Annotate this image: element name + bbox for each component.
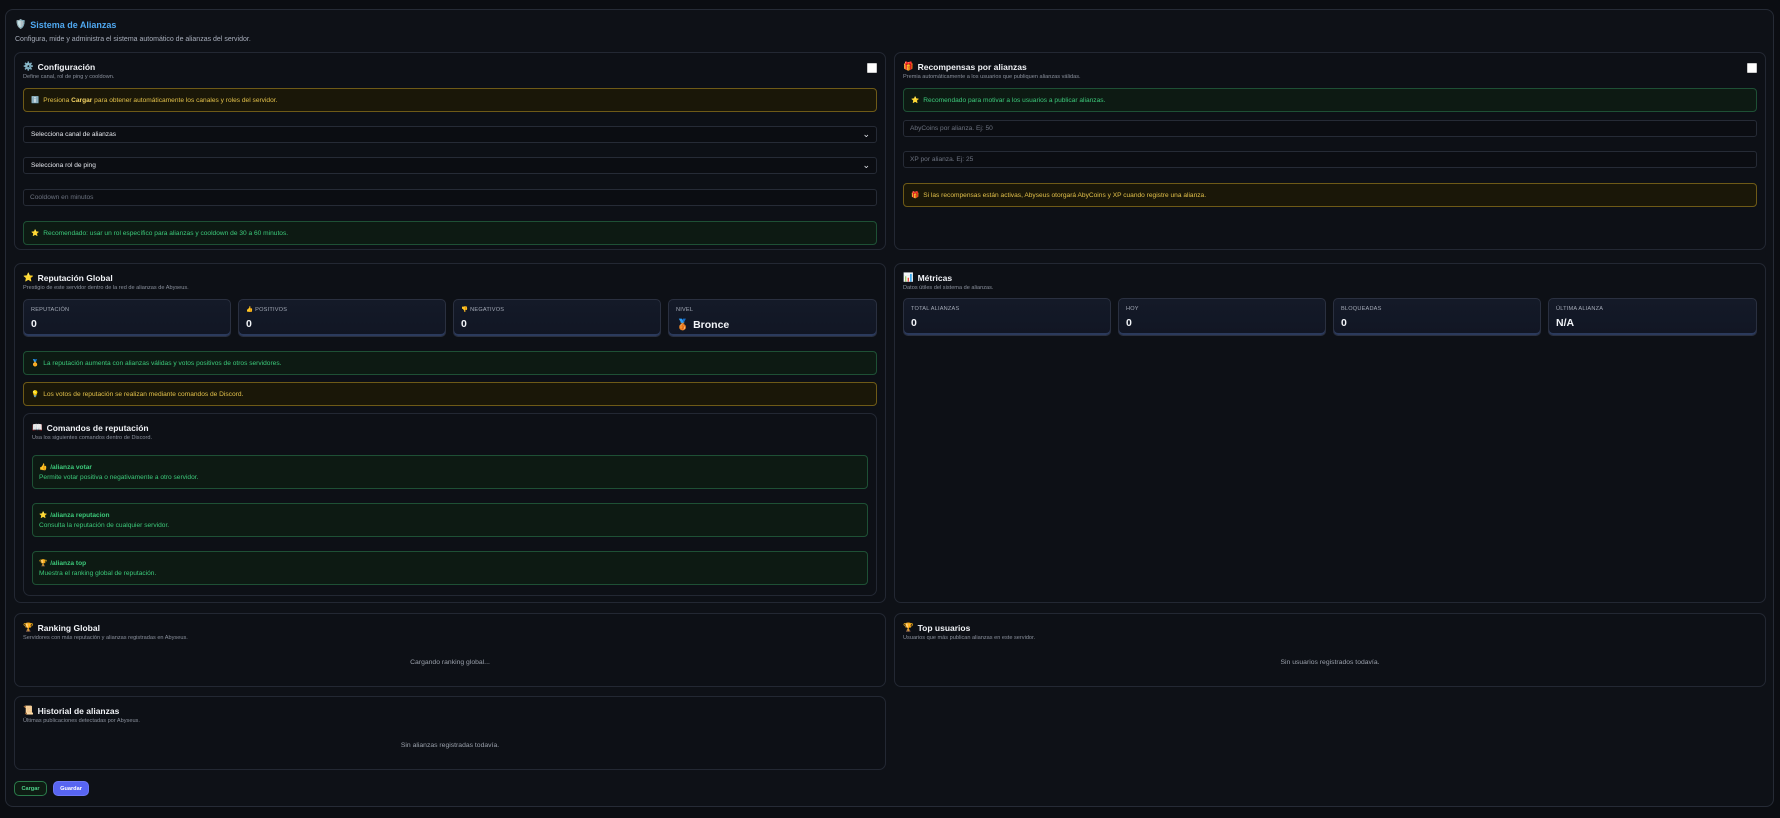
metrics-subtitle: Datos útiles del sistema de alianzas. — [903, 285, 994, 291]
reputation-info-notice: 🏅 La reputación aumenta con alianzas vál… — [23, 351, 877, 375]
rewards-info-notice: 🎁 Si las recompensas están activas, Abys… — [903, 183, 1757, 207]
gear-icon: ⚙️ — [23, 61, 34, 71]
chart-icon: 📊 — [903, 272, 914, 282]
chevron-down-icon: ⌄ — [862, 129, 870, 139]
rewards-enable-checkbox[interactable] — [1747, 63, 1757, 73]
reputation-title: ⭐ Reputación Global — [23, 272, 113, 283]
rewards-subtitle: Premia automáticamente a los usuarios qu… — [903, 74, 1081, 80]
rewards-recommend-notice: ⭐ Recomendado para motivar a los usuario… — [903, 88, 1757, 112]
stat-total-alianzas: TOTAL ALIANZAS 0 — [903, 298, 1111, 336]
commands-subtitle: Usa los siguientes comandos dentro de Di… — [32, 435, 153, 441]
stat-negativos: 👎 NEGATIVOS 0 — [453, 299, 661, 337]
command-item: 👍/alianza votar Permite votar positiva o… — [32, 455, 868, 489]
info-icon: ℹ️ — [31, 97, 40, 104]
star-icon: ⭐ — [23, 272, 34, 282]
top-users-subtitle: Usuarios que más publican alianzas en es… — [903, 635, 1036, 641]
reputation-subtitle: Prestigio de este servidor dentro de la … — [23, 285, 189, 291]
history-empty-text: Sin alianzas registradas todavía. — [400, 742, 500, 749]
stat-ultima-alianza: ÚLTIMA ALIANZA N/A — [1548, 298, 1757, 336]
gift-icon: 🎁 — [911, 192, 920, 199]
top-users-title: 🏆 Top usuarios — [903, 622, 971, 633]
config-recommend-notice: ⭐ Recomendado: usar un rol específico pa… — [23, 221, 877, 245]
trophy-icon: 🏆 — [39, 560, 48, 567]
stat-bloqueadas: BLOQUEADAS 0 — [1333, 298, 1541, 336]
trophy-icon: 🏆 — [903, 622, 914, 632]
shield-icon: 🛡️ — [15, 19, 27, 29]
stat-hoy: HOY 0 — [1118, 298, 1326, 336]
config-title: ⚙️ Configuración — [23, 61, 96, 72]
save-button[interactable]: Guardar — [53, 781, 89, 796]
metrics-title: 📊 Métricas — [903, 272, 953, 283]
history-title: 📜 Historial de alianzas — [23, 705, 120, 716]
scroll-icon: 📜 — [23, 705, 34, 715]
rewards-title: 🎁 Recompensas por alianzas — [903, 61, 1027, 72]
command-item: ⭐/alianza reputacion Consulta la reputac… — [32, 503, 868, 537]
bronze-medal-icon: 🥉 — [676, 319, 690, 331]
stat-reputacion: REPUTACIÓN 0 — [23, 299, 231, 337]
page-title: 🛡️ Sistema de Alianzas — [15, 19, 117, 30]
config-subtitle: Define canal, rol de ping y cooldown. — [23, 74, 115, 80]
stat-positivos: 👍 POSITIVOS 0 — [238, 299, 446, 337]
ranking-empty-text: Cargando ranking global... — [410, 659, 490, 666]
star-icon: ⭐ — [911, 97, 920, 104]
history-card — [14, 696, 886, 770]
role-select[interactable]: Selecciona rol de ping ⌄ — [23, 157, 877, 174]
lightbulb-icon: 💡 — [31, 391, 40, 398]
stat-nivel: NIVEL 🥉 Bronce — [668, 299, 877, 337]
top-users-empty-text: Sin usuarios registrados todavía. — [1280, 659, 1380, 666]
command-item: 🏆/alianza top Muestra el ranking global … — [32, 551, 868, 585]
gift-icon: 🎁 — [903, 61, 914, 71]
thumbs-up-icon: 👍 — [39, 464, 48, 471]
chevron-down-icon: ⌄ — [862, 160, 870, 170]
book-icon: 📖 — [32, 422, 43, 432]
ranking-card — [14, 613, 886, 687]
trophy-icon: 🏆 — [23, 622, 34, 632]
star-icon: ⭐ — [39, 512, 48, 519]
channel-select[interactable]: Selecciona canal de alianzas ⌄ — [23, 126, 877, 143]
load-button[interactable]: Cargar — [14, 781, 47, 796]
config-enable-checkbox[interactable] — [867, 63, 877, 73]
commands-title: 📖 Comandos de reputación — [32, 422, 149, 433]
thumbs-down-icon: 👎 — [461, 307, 469, 313]
ranking-title: 🏆 Ranking Global — [23, 622, 100, 633]
abycoins-input[interactable]: AbyCoins por alianza. Ej: 50 — [903, 120, 1757, 137]
cooldown-input[interactable]: Cooldown en minutos — [23, 189, 877, 206]
reputation-vote-notice: 💡 Los votos de reputación se realizan me… — [23, 382, 877, 406]
star-icon: ⭐ — [31, 230, 40, 237]
history-subtitle: Últimas publicaciones detectadas por Aby… — [23, 718, 140, 724]
medal-icon: 🏅 — [31, 360, 40, 367]
ranking-subtitle: Servidores con más reputación y alianzas… — [23, 635, 188, 641]
page-subtitle: Configura, mide y administra el sistema … — [15, 36, 251, 43]
thumbs-up-icon: 👍 — [246, 307, 254, 313]
xp-input[interactable]: XP por alianza. Ej: 25 — [903, 151, 1757, 168]
config-load-notice: ℹ️ Presiona Cargar para obtener automáti… — [23, 88, 877, 112]
top-users-card — [894, 613, 1766, 687]
